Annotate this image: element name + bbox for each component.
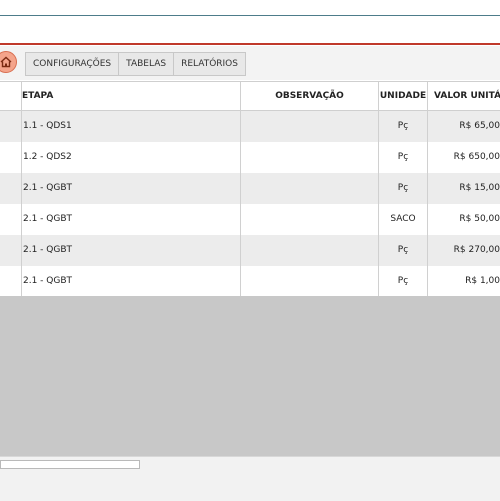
cell-valor-unitario: R$ 270,00 xyxy=(453,245,500,255)
cell-unidade: Pç xyxy=(397,276,409,286)
cell-etapa: 1.1 - QDS1 xyxy=(23,121,72,131)
table-empty-area xyxy=(0,296,500,456)
column-header-valor-unitario[interactable]: VALOR UNITÁ xyxy=(434,82,500,110)
tab-configuracoes[interactable]: CONFIGURAÇÕES xyxy=(26,53,120,75)
main-menu: CONFIGURAÇÕES TABELAS RELATÓRIOS xyxy=(25,52,246,76)
cell-etapa: 2.1 - QGBT xyxy=(23,183,73,193)
cell-unidade: SACO xyxy=(390,214,416,224)
column-header-observacao[interactable]: OBSERVAÇÃO xyxy=(241,82,378,110)
table-row[interactable]: 1.1 - QDS1 Pç R$ 65,00 xyxy=(0,111,500,142)
home-button[interactable] xyxy=(0,51,17,73)
items-table: ETAPA OBSERVAÇÃO UNIDADE VALOR UNITÁ 1.1… xyxy=(0,81,500,297)
table-row[interactable]: 1.2 - QDS2 Pç R$ 650,00 xyxy=(0,142,500,173)
header-divider xyxy=(0,15,500,16)
cell-valor-unitario: R$ 1,00 xyxy=(465,276,500,286)
column-header-etapa[interactable]: ETAPA xyxy=(22,82,222,110)
table-row[interactable]: 2.1 - QGBT Pç R$ 1,00 xyxy=(0,266,500,297)
table-row[interactable]: 2.1 - QGBT Pç R$ 270,00 xyxy=(0,235,500,266)
column-divider xyxy=(240,82,241,297)
accent-divider xyxy=(0,43,500,45)
tab-tabelas[interactable]: TABELAS xyxy=(119,53,175,75)
column-header-unidade[interactable]: UNIDADE xyxy=(379,82,427,110)
column-divider xyxy=(427,82,428,297)
toolbar: CONFIGURAÇÕES TABELAS RELATÓRIOS xyxy=(0,46,500,80)
cell-etapa: 1.2 - QDS2 xyxy=(23,152,72,162)
cell-valor-unitario: R$ 650,00 xyxy=(453,152,500,162)
tab-relatorios[interactable]: RELATÓRIOS xyxy=(174,53,245,75)
status-bar xyxy=(0,456,500,501)
cell-unidade: Pç xyxy=(397,183,409,193)
table-header: ETAPA OBSERVAÇÃO UNIDADE VALOR UNITÁ xyxy=(0,82,500,111)
table-row[interactable]: 2.1 - QGBT SACO R$ 50,00 xyxy=(0,204,500,235)
cell-unidade: Pç xyxy=(397,245,409,255)
title-band xyxy=(0,0,500,45)
column-divider xyxy=(378,82,379,297)
cell-unidade: Pç xyxy=(397,152,409,162)
horizontal-scrollbar[interactable] xyxy=(0,460,140,469)
cell-etapa: 2.1 - QGBT xyxy=(23,276,73,286)
cell-valor-unitario: R$ 50,00 xyxy=(459,214,500,224)
cell-etapa: 2.1 - QGBT xyxy=(23,214,73,224)
cell-valor-unitario: R$ 65,00 xyxy=(459,121,500,131)
table-row[interactable]: 2.1 - QGBT Pç R$ 15,00 xyxy=(0,173,500,204)
column-divider xyxy=(21,82,22,297)
cell-valor-unitario: R$ 15,00 xyxy=(459,183,500,193)
cell-unidade: Pç xyxy=(397,121,409,131)
cell-etapa: 2.1 - QGBT xyxy=(23,245,73,255)
home-icon xyxy=(0,56,12,68)
